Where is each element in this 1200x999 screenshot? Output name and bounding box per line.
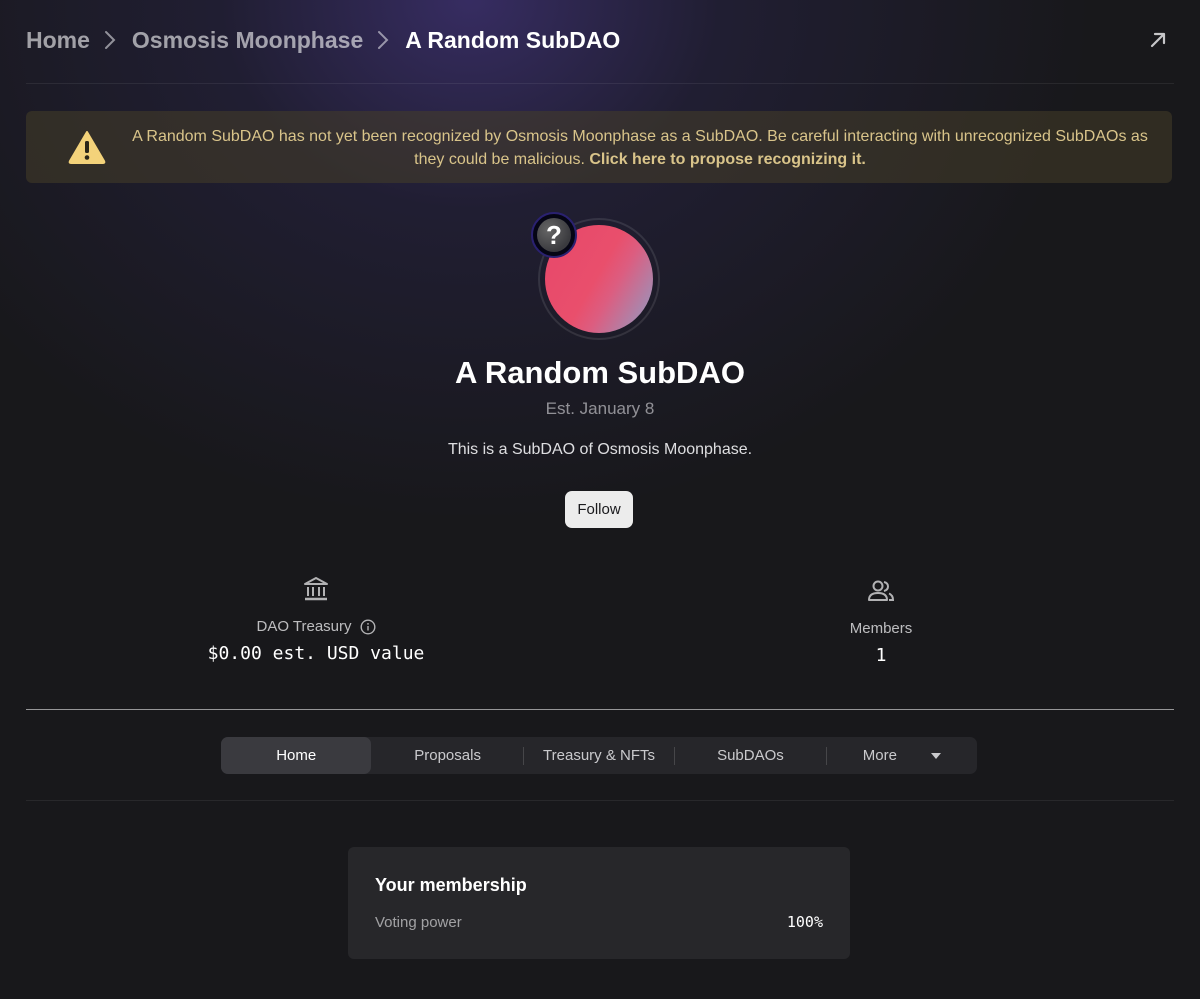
tab-label: Home <box>276 747 317 764</box>
propose-recognition-link[interactable]: Click here to propose recognizing it. <box>589 151 865 168</box>
tab-proposals[interactable]: Proposals <box>372 737 522 774</box>
voting-power-label: Voting power <box>375 913 462 931</box>
dao-title: A Random SubDAO <box>455 355 745 390</box>
tab-label: Treasury & NFTs <box>543 747 655 764</box>
breadcrumb-current: A Random SubDAO <box>405 26 621 53</box>
tab-treasury-nfts[interactable]: Treasury & NFTs <box>524 737 674 774</box>
tab-label: SubDAOs <box>717 747 784 764</box>
treasury-label: DAO Treasury <box>256 618 352 635</box>
divider <box>26 800 1174 801</box>
tab-label: Proposals <box>414 747 481 764</box>
dao-tabs: Home Proposals Treasury & NFTs SubDAOs M… <box>221 737 977 774</box>
share-button[interactable] <box>1144 26 1172 54</box>
chevron-right-icon <box>104 29 118 51</box>
divider <box>26 709 1174 710</box>
breadcrumb-home-link[interactable]: Home <box>26 27 90 54</box>
dao-established-date: Est. January 8 <box>545 399 655 418</box>
people-icon <box>780 579 982 605</box>
follow-button[interactable]: Follow <box>565 491 633 528</box>
arrow-up-right-icon <box>1150 32 1166 48</box>
members-stat: Members 1 <box>780 579 982 666</box>
warning-text: A Random SubDAO has not yet been recogni… <box>126 125 1154 171</box>
membership-title: Your membership <box>375 875 527 895</box>
dao-description: This is a SubDAO of Osmosis Moonphase. <box>447 441 753 458</box>
tab-home[interactable]: Home <box>221 737 372 774</box>
chevron-right-icon <box>377 29 391 51</box>
question-mark-icon: ? <box>537 218 571 252</box>
tab-label: More <box>862 747 897 764</box>
caret-down-icon <box>930 752 941 759</box>
unrecognized-badge: ? <box>531 212 577 258</box>
voting-power-row: Voting power 100% <box>375 913 823 931</box>
info-icon[interactable] <box>360 618 376 635</box>
breadcrumb-parent-dao-link[interactable]: Osmosis Moonphase <box>132 27 363 54</box>
treasury-value: $0.00 est. USD value <box>207 643 425 664</box>
tab-subdaos[interactable]: SubDAOs <box>675 737 825 774</box>
treasury-stat: DAO Treasury $0.00 est. USD value <box>190 576 442 664</box>
unrecognized-subdao-warning: A Random SubDAO has not yet been recogni… <box>26 111 1172 183</box>
voting-power-value: 100% <box>786 913 823 931</box>
bank-icon <box>190 576 442 602</box>
members-label: Members <box>849 620 913 637</box>
warning-triangle-icon <box>68 131 106 164</box>
dao-page: Home Osmosis Moonphase A Random SubDAO A… <box>0 0 1200 999</box>
tab-more-dropdown[interactable]: More <box>827 737 977 774</box>
members-value: 1 <box>875 645 887 666</box>
breadcrumb: Home Osmosis Moonphase A Random SubDAO <box>26 22 620 58</box>
membership-card: Your membership Voting power 100% <box>348 847 850 959</box>
divider <box>26 83 1174 84</box>
